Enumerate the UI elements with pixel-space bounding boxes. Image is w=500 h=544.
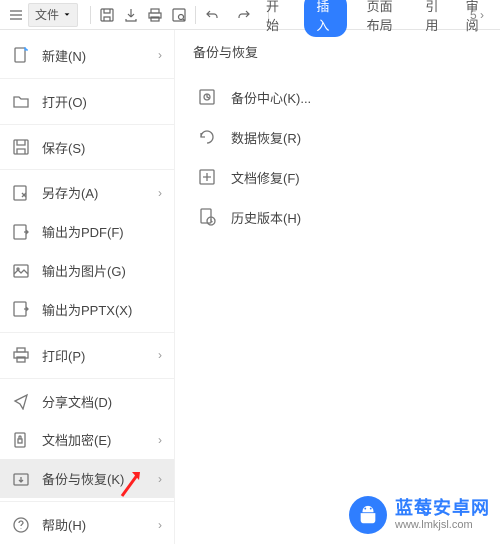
ppt-icon — [12, 300, 30, 318]
divider — [0, 169, 174, 170]
menu-item-label: 输出为PDF(F) — [42, 222, 162, 241]
image-icon — [12, 262, 30, 280]
file-menu-dropdown: 新建(N) › 打开(O) 保存(S) 另存为(A) › 输出为PDF(F) 输… — [0, 30, 500, 544]
chevron-right-icon: › — [158, 48, 162, 62]
menu-item-label: 文档加密(E) — [42, 430, 146, 449]
watermark-url: www.lmkjsl.com — [395, 519, 490, 532]
menu-item-label: 输出为PPTX(X) — [42, 300, 162, 319]
help-icon — [12, 516, 30, 534]
menu-item-share[interactable]: 分享文档(D) — [0, 382, 174, 421]
menu-item-exportpdf[interactable]: 输出为PDF(F) — [0, 212, 174, 251]
submenu-item-label: 备份中心(K)... — [231, 88, 311, 107]
history-icon — [197, 207, 217, 227]
menu-item-label: 另存为(A) — [42, 183, 146, 202]
menu-item-label: 打开(O) — [42, 92, 162, 111]
file-menu-split[interactable] — [78, 3, 86, 27]
preview-icon[interactable] — [167, 3, 191, 27]
overflow-hint: 5 › — [470, 0, 500, 30]
chevron-right-icon: › — [158, 518, 162, 532]
chevron-right-icon: › — [158, 472, 162, 486]
menu-item-open[interactable]: 打开(O) — [0, 82, 174, 121]
share-icon — [12, 392, 30, 410]
file-menu-primary: 新建(N) › 打开(O) 保存(S) 另存为(A) › 输出为PDF(F) 输… — [0, 30, 175, 544]
menu-item-backup[interactable]: 备份与恢复(K) › — [0, 459, 174, 498]
divider — [0, 124, 174, 125]
menu-item-help[interactable]: 帮助(H) › — [0, 505, 174, 544]
menu-item-new[interactable]: 新建(N) › — [0, 36, 174, 75]
lock-icon — [12, 431, 30, 449]
menu-item-label: 帮助(H) — [42, 515, 146, 534]
watermark-text: 蓝莓安卓网 www.lmkjsl.com — [395, 498, 490, 533]
separator — [195, 6, 196, 24]
save-icon — [12, 138, 30, 156]
chevron-right-icon: › — [158, 186, 162, 200]
menu-item-label: 分享文档(D) — [42, 392, 162, 411]
undo-icon[interactable] — [200, 3, 224, 27]
menu-item-label: 备份与恢复(K) — [42, 469, 146, 488]
submenu-item-label: 数据恢复(R) — [231, 128, 301, 147]
export-icon[interactable] — [119, 3, 143, 27]
chevron-right-icon: › — [158, 348, 162, 362]
menu-item-print[interactable]: 打印(P) › — [0, 336, 174, 375]
repair-icon — [197, 167, 217, 187]
file-submenu-panel: 备份与恢复 备份中心(K)... 数据恢复(R) 文档修复(F) 历史版本(H) — [175, 30, 500, 544]
print-icon[interactable] — [143, 3, 167, 27]
submenu-item-label: 历史版本(H) — [231, 208, 301, 227]
new-icon — [12, 46, 30, 64]
divider — [0, 332, 174, 333]
backup-center-icon — [197, 87, 217, 107]
menu-item-label: 打印(P) — [42, 346, 146, 365]
menu-item-save[interactable]: 保存(S) — [0, 128, 174, 167]
file-menu-button[interactable]: 文件 — [28, 3, 78, 27]
divider — [0, 78, 174, 79]
separator — [90, 6, 91, 24]
submenu-title: 备份与恢复 — [193, 42, 482, 71]
chevron-right-icon: › — [158, 433, 162, 447]
watermark-title: 蓝莓安卓网 — [395, 498, 490, 520]
file-menu-label: 文件 — [35, 6, 59, 23]
menu-item-label: 输出为图片(G) — [42, 261, 162, 280]
undo-split[interactable] — [224, 3, 232, 27]
save-icon[interactable] — [95, 3, 119, 27]
submenu-item-data-restore[interactable]: 数据恢复(R) — [193, 117, 482, 157]
saveas-icon — [12, 184, 30, 202]
submenu-item-history[interactable]: 历史版本(H) — [193, 197, 482, 237]
divider — [0, 378, 174, 379]
menu-item-exportppt[interactable]: 输出为PPTX(X) — [0, 290, 174, 329]
pdf-icon — [12, 223, 30, 241]
ribbon-tabs: 开始 插入 页面布局 引用 审阅 — [250, 0, 500, 30]
menu-item-exportimg[interactable]: 输出为图片(G) — [0, 251, 174, 290]
divider — [0, 501, 174, 502]
submenu-item-label: 文档修复(F) — [231, 168, 300, 187]
print-icon — [12, 346, 30, 364]
menu-item-encrypt[interactable]: 文档加密(E) › — [0, 420, 174, 459]
open-icon — [12, 92, 30, 110]
menu-item-label: 保存(S) — [42, 138, 162, 157]
submenu-item-doc-repair[interactable]: 文档修复(F) — [193, 157, 482, 197]
chevron-down-icon — [63, 8, 71, 22]
submenu-item-backup-center[interactable]: 备份中心(K)... — [193, 77, 482, 117]
menu-icon[interactable] — [4, 3, 28, 27]
menu-item-saveas[interactable]: 另存为(A) › — [0, 173, 174, 212]
menu-item-label: 新建(N) — [42, 46, 146, 65]
watermark-logo-icon — [349, 496, 387, 534]
backup-icon — [12, 470, 30, 488]
watermark: 蓝莓安卓网 www.lmkjsl.com — [349, 496, 490, 534]
restore-icon — [197, 127, 217, 147]
